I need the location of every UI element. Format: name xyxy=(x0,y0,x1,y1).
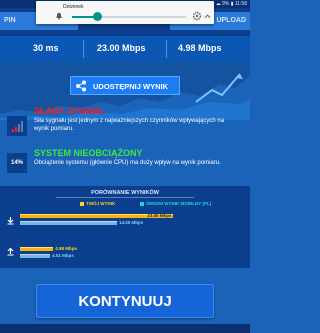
volume-notification: Dzwonek xyxy=(36,1,214,24)
share-result-button[interactable]: UDOSTĘPNIJ WYNIK xyxy=(70,76,180,95)
gear-icon[interactable] xyxy=(192,11,202,21)
signal-strength-icon xyxy=(12,121,23,132)
legend-average-result: ŚREDNI WYNIK MOBILNY (PL) xyxy=(140,201,211,206)
system-title: SYSTEM NIEOBCIĄŻONY xyxy=(34,148,143,158)
legend-swatch xyxy=(80,202,84,206)
volume-slider-thumb[interactable] xyxy=(92,12,102,21)
upload-your-value: 4.98 Mbps xyxy=(55,246,77,251)
share-button-label: UDOSTĘPNIJ WYNIK xyxy=(93,82,169,91)
ping-value: 30 ms xyxy=(33,43,59,53)
comparison-title: PORÓWNANIE WYNIKÓW xyxy=(91,190,159,196)
download-icon xyxy=(7,217,14,225)
cpu-load-badge: 14% xyxy=(7,153,27,173)
share-icon xyxy=(76,80,86,92)
legend-swatch xyxy=(140,202,144,206)
continue-button[interactable]: KONTYNUUJ xyxy=(36,284,214,318)
upload-average-bar xyxy=(20,254,51,258)
status-indicators: ☁ 9% ▮ 11:58 xyxy=(215,1,247,7)
signal-description: Siła sygnału jest jednym z najważniejszy… xyxy=(34,118,225,132)
signal-badge xyxy=(7,116,27,136)
system-description: Obciążenie systemu (głównie CPU) ma duży… xyxy=(34,160,221,166)
download-average-bar xyxy=(20,221,117,225)
legend-label: ŚREDNI WYNIK MOBILNY (PL) xyxy=(146,201,212,206)
legend-your-result: TWÓJ WYNIK xyxy=(80,201,115,206)
chevron-up-icon[interactable] xyxy=(204,13,211,19)
notification-title: Dzwonek xyxy=(63,4,84,10)
results-comparison: PORÓWNANIE WYNIKÓW TWÓJ WYNIK ŚREDNI WYN… xyxy=(0,186,250,268)
bell-icon xyxy=(56,12,62,20)
volume-slider[interactable] xyxy=(72,16,186,18)
download-your-value: 23.00 Mbps xyxy=(147,213,172,218)
continue-button-label: KONTYNUUJ xyxy=(78,293,172,310)
download-value: 23.00 Mbps xyxy=(97,43,146,53)
navigation-bar xyxy=(0,324,250,333)
divider xyxy=(56,197,194,198)
download-average-value: 14.55 Mbps xyxy=(119,220,144,225)
upload-average-value: 4.51 Mbps xyxy=(52,253,74,258)
divider xyxy=(83,40,84,58)
results-row: 30 ms 23.00 Mbps 4.98 Mbps xyxy=(0,36,250,62)
signal-title: SŁABY SYGNAŁ xyxy=(34,106,105,116)
upload-your-bar xyxy=(20,247,54,251)
upload-icon xyxy=(7,247,14,256)
divider xyxy=(166,40,167,58)
legend-label: TWÓJ WYNIK xyxy=(86,201,116,206)
upload-value: 4.98 Mbps xyxy=(178,43,222,53)
